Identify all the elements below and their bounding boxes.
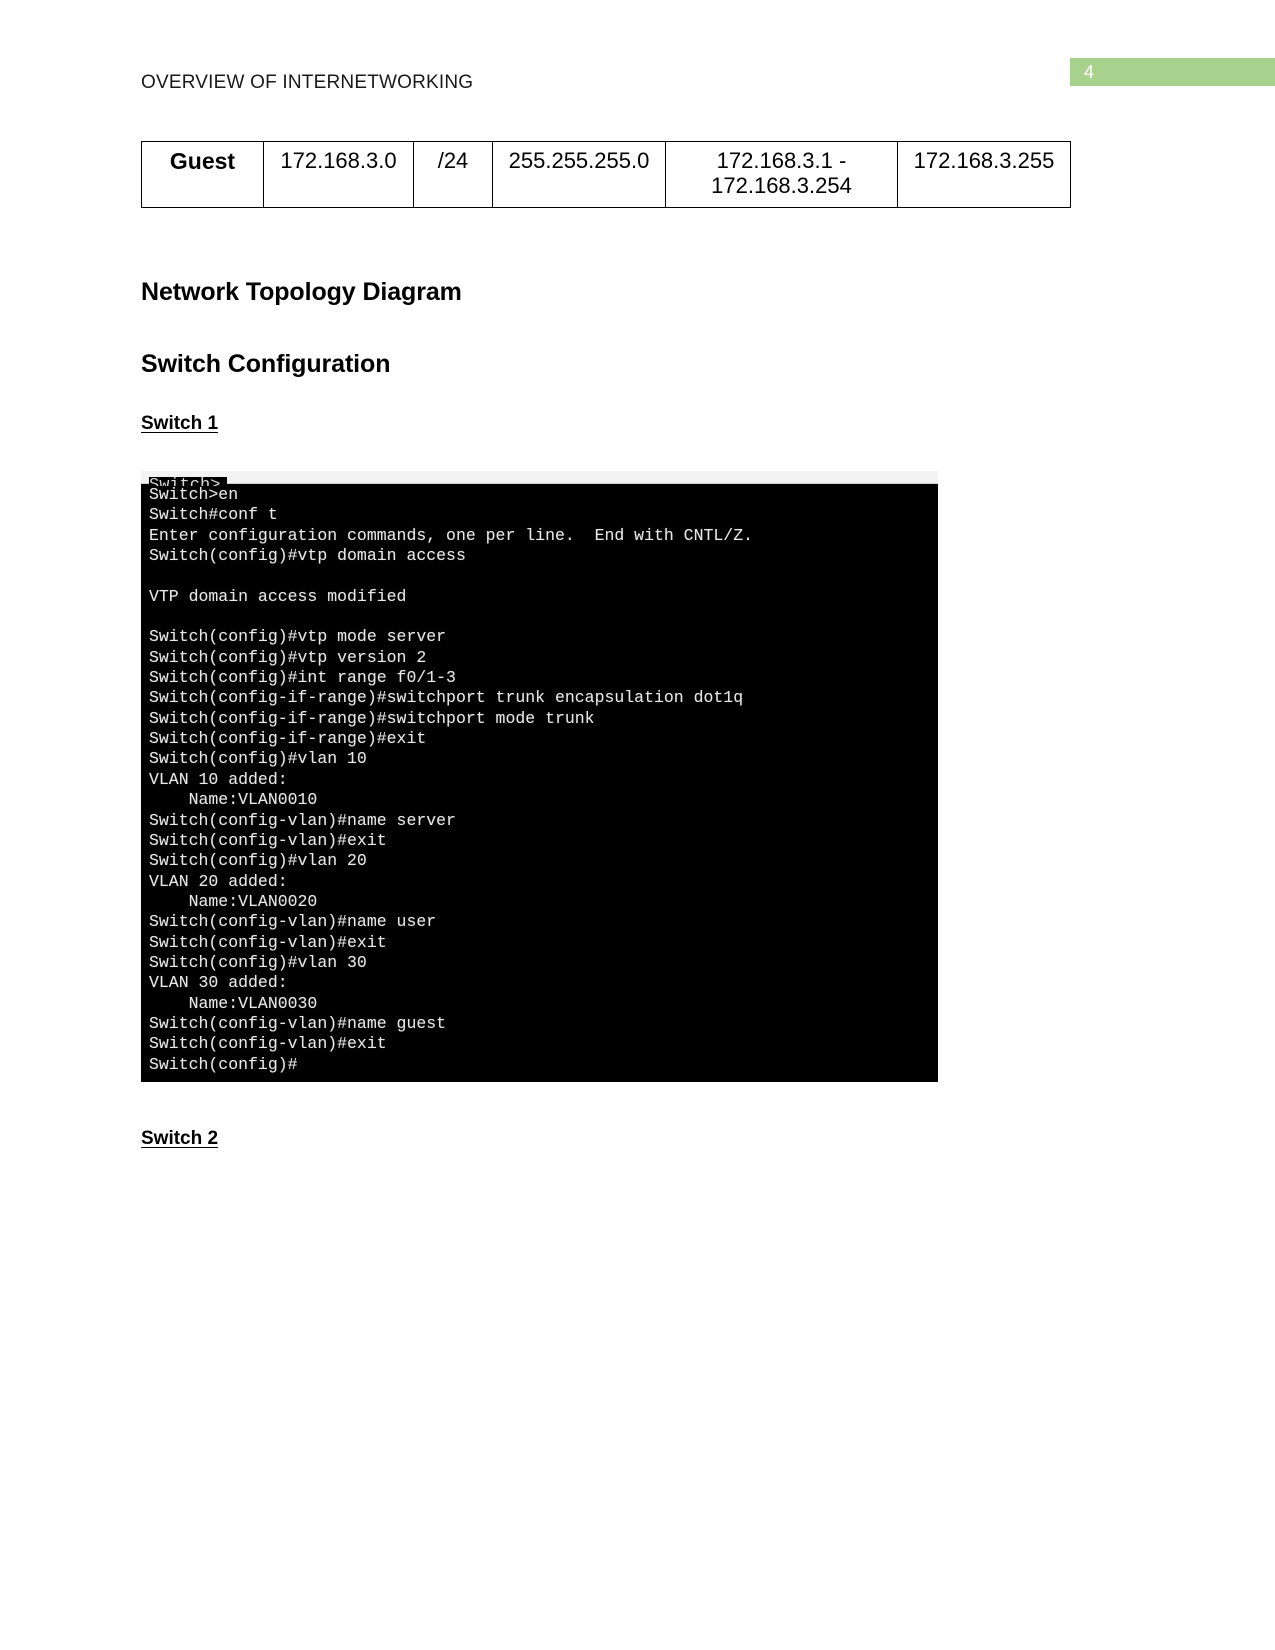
document-running-header: OVERVIEW OF INTERNETWORKING (141, 72, 474, 93)
terminal-line: Name:VLAN0030 (149, 993, 318, 1013)
terminal-line: Switch(config)#int range f0/1-3 (149, 668, 456, 688)
terminal-line: Switch(config-vlan)#name user (149, 912, 437, 932)
terminal-line: Switch(config)#vlan 20 (149, 851, 367, 871)
terminal-line: VTP domain access modified (149, 586, 407, 606)
terminal-line: Switch(config)# (149, 1054, 298, 1074)
terminal-line: VLAN 30 added: (149, 973, 288, 993)
terminal-line: Switch>en (149, 485, 239, 504)
terminal-line: Switch(config-vlan)#name guest (149, 1013, 447, 1033)
heading-switch-configuration: Switch Configuration (141, 350, 391, 378)
terminal-line: Switch(config)#vtp mode server (149, 627, 447, 647)
heading-switch-1: Switch 1 (141, 413, 219, 434)
terminal-line: Switch(config-vlan)#name server (149, 810, 456, 830)
terminal-line: Switch(config-if-range)#switchport mode … (149, 708, 595, 728)
terminal-line: Name:VLAN0010 (149, 790, 318, 810)
cell-host-range: 172.168.3.1 - 172.168.3.254 (665, 140, 898, 209)
terminal-line: Switch(config-vlan)#exit (149, 1034, 387, 1054)
cell-network-address: 172.168.3.0 (263, 140, 414, 209)
terminal-line: Switch(config-vlan)#exit (149, 932, 387, 952)
page-number-label: 4 (1084, 62, 1095, 82)
terminal-line: Switch(config)#vtp domain access (149, 546, 466, 566)
terminal-line: Switch(config)#vtp version 2 (149, 647, 427, 667)
terminal-line: Switch(config-if-range)#switchport trunk… (149, 688, 744, 708)
cell-subnet-name: Guest (141, 140, 264, 209)
page-number-badge: 4 (1070, 58, 1275, 86)
terminal-line: Switch(config-vlan)#exit (149, 830, 387, 850)
terminal-line: Switch#conf t (149, 505, 278, 525)
terminal-line: Switch(config)#vlan 30 (149, 952, 367, 972)
cell-broadcast-address: 172.168.3.255 (897, 140, 1071, 209)
cell-subnet-mask: 255.255.255.0 (492, 140, 666, 209)
terminal-line: VLAN 20 added: (149, 871, 288, 891)
cell-cidr-prefix: /24 (413, 140, 493, 209)
terminal-output-body: Switch>en Switch#conf t Enter configuratio… (141, 483, 938, 1082)
heading-network-topology-diagram: Network Topology Diagram (141, 278, 462, 306)
terminal-line: Switch(config-if-range)#exit (149, 729, 427, 749)
terminal-line: Switch(config)#vlan 10 (149, 749, 367, 769)
terminal-line: Enter configuration commands, one per li… (149, 525, 753, 545)
heading-switch-2: Switch 2 (141, 1128, 219, 1149)
subnet-table: Guest 172.168.3.0 /24 255.255.255.0 172.… (141, 140, 1071, 209)
switch1-terminal-screenshot: Switch> Switch>enSwitch#conf tEnter conf… (141, 471, 938, 1082)
terminal-line: VLAN 10 added: (149, 769, 288, 789)
table-row: Guest 172.168.3.0 /24 255.255.255.0 172.… (141, 140, 1071, 209)
terminal-line: Name:VLAN0020 (149, 891, 318, 911)
